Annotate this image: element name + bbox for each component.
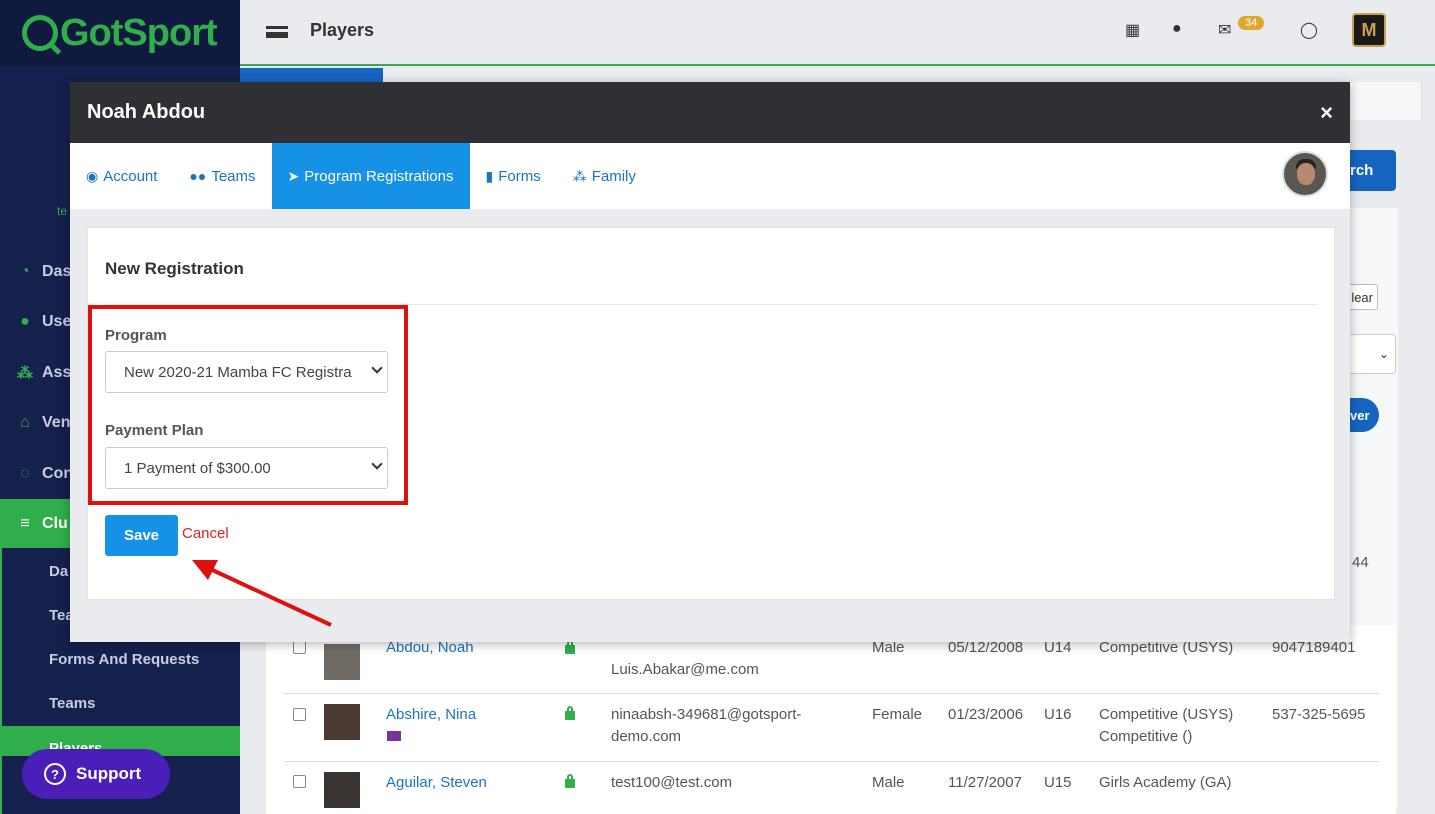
arrow-annotation [192,560,332,627]
arrow-shaft [207,566,332,627]
